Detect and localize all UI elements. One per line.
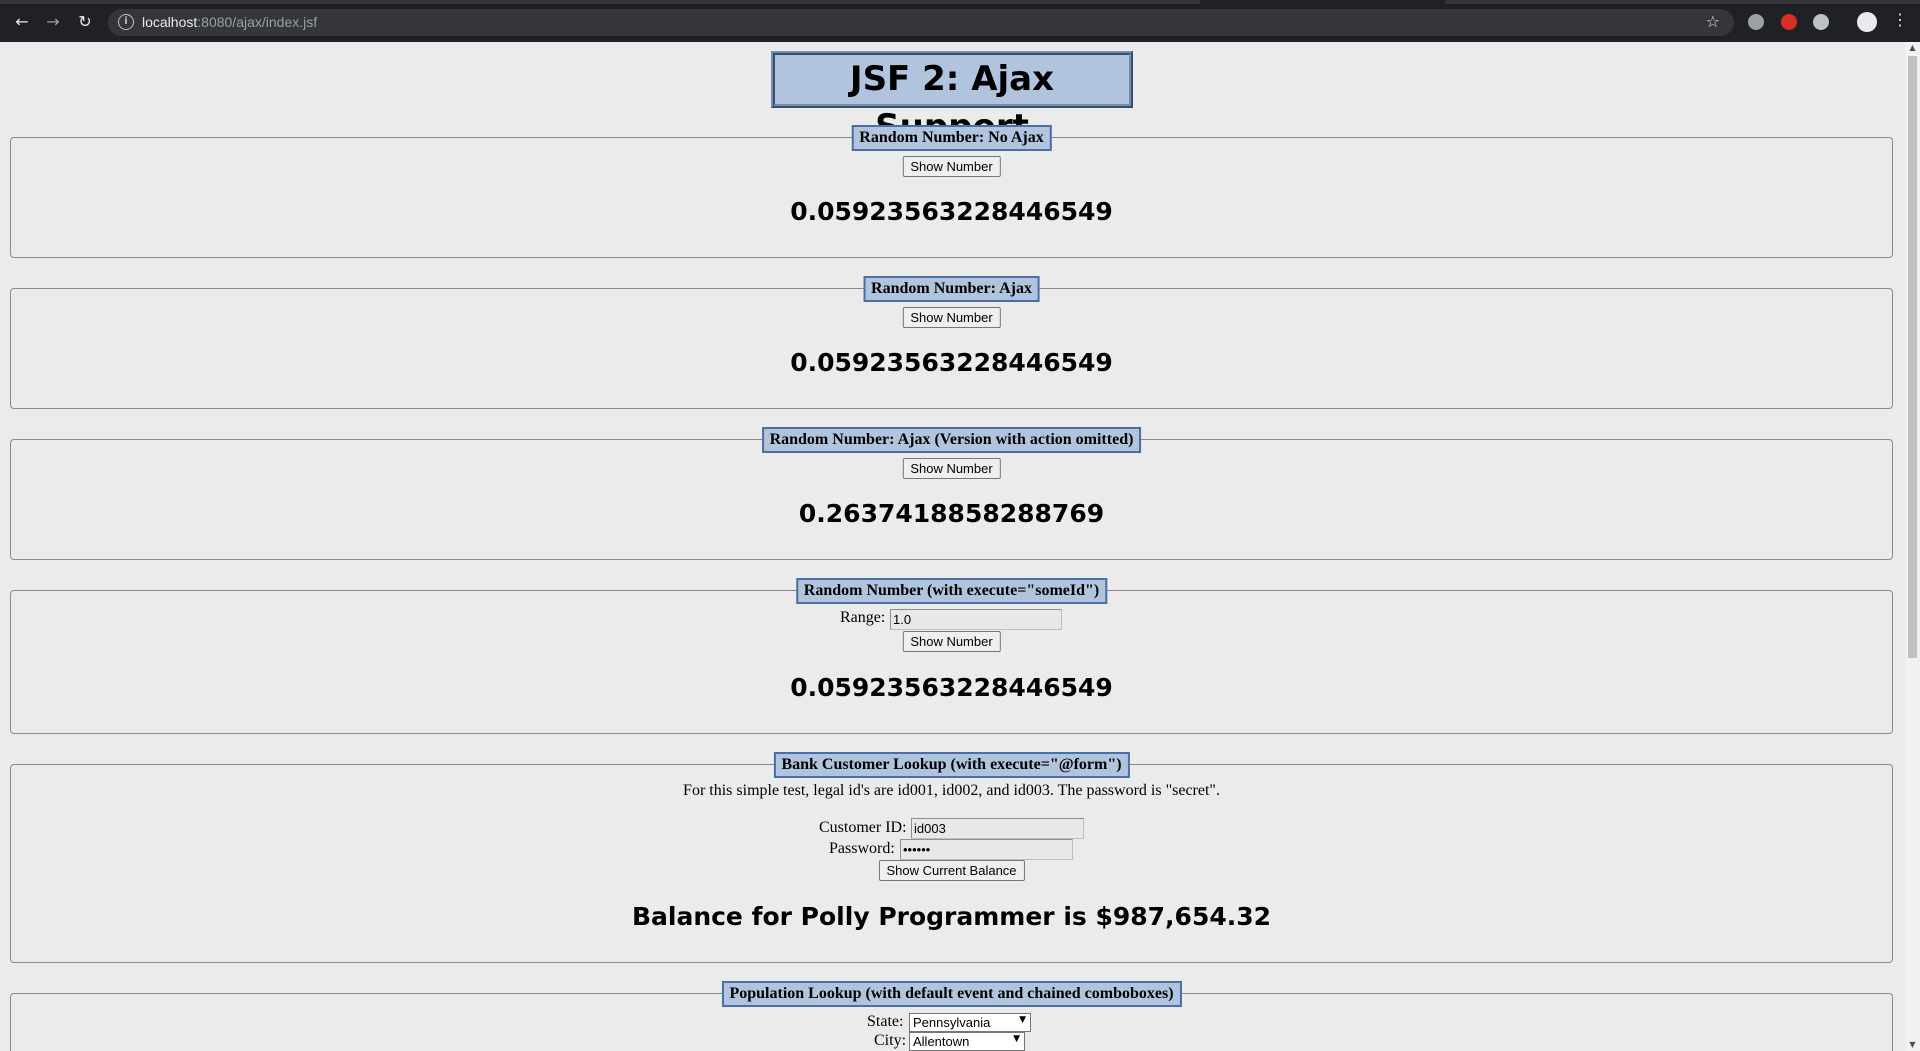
forward-icon[interactable]: → — [43, 12, 63, 32]
panel-legend: Population Lookup (with default event an… — [721, 981, 1182, 1007]
panel-population-lookup: Population Lookup (with default event an… — [10, 981, 1893, 1051]
random-number-result: 0.05923563228446549 — [790, 673, 1113, 702]
state-select-value: Pennsylvania — [913, 1015, 991, 1030]
show-number-button[interactable]: Show Number — [902, 458, 1001, 479]
panel-legend: Random Number (with execute="someId") — [795, 578, 1108, 604]
kebab-menu-icon[interactable]: ⋮ — [1892, 10, 1908, 29]
city-select[interactable]: Allentown ▼ — [909, 1032, 1025, 1051]
balance-result: Balance for Polly Programmer is $987,654… — [631, 902, 1272, 931]
address-bar[interactable]: i localhost:8080/ajax/index.jsf ☆ — [108, 9, 1734, 36]
show-number-button[interactable]: Show Number — [902, 307, 1001, 328]
city-select-value: Allentown — [913, 1034, 970, 1049]
reload-icon[interactable]: ↻ — [75, 12, 95, 32]
panel-legend: Random Number: No Ajax — [851, 125, 1052, 151]
profile-avatar-icon[interactable] — [1857, 12, 1877, 32]
state-label: State: — [867, 1013, 904, 1030]
scrollbar-thumb[interactable] — [1908, 56, 1917, 658]
random-number-result: 0.05923563228446549 — [790, 197, 1113, 226]
page-viewport: JSF 2: Ajax Support Random Number: No Aj… — [0, 42, 1905, 1051]
show-number-button[interactable]: Show Number — [902, 631, 1001, 652]
password-input[interactable]: •••••• — [900, 839, 1073, 860]
url-host: localhost — [142, 14, 198, 30]
panel-execute-someid: Random Number (with execute="someId") Ra… — [10, 578, 1893, 734]
bank-note: For this simple test, legal id's are id0… — [683, 782, 1220, 799]
active-tab-hint[interactable] — [1200, 0, 1445, 4]
extension-red-icon[interactable] — [1781, 14, 1797, 30]
panel-legend: Bank Customer Lookup (with execute="@for… — [773, 752, 1130, 778]
show-number-button[interactable]: Show Number — [902, 156, 1001, 177]
show-current-balance-button[interactable]: Show Current Balance — [878, 860, 1025, 881]
range-input[interactable]: 1.0 — [890, 609, 1062, 630]
extension-globe-icon[interactable] — [1748, 14, 1764, 30]
panel-no-ajax: Random Number: No Ajax Show Number 0.059… — [10, 125, 1893, 258]
customer-id-input[interactable]: id003 — [911, 818, 1084, 839]
chevron-down-icon: ▼ — [1013, 1034, 1020, 1044]
customer-id-label: Customer ID: — [819, 819, 907, 836]
panel-legend: Random Number: Ajax — [863, 276, 1040, 302]
state-select[interactable]: Pennsylvania ▼ — [909, 1013, 1031, 1032]
city-label: City: — [874, 1032, 907, 1049]
range-label: Range: — [840, 609, 886, 626]
tab-strip — [0, 0, 1920, 4]
panel-legend: Random Number: Ajax (Version with action… — [761, 427, 1142, 453]
browser-toolbar: ← → ↻ i localhost:8080/ajax/index.jsf ☆ … — [0, 0, 1920, 42]
vertical-scrollbar[interactable]: ▲ ▼ — [1905, 42, 1920, 1051]
chevron-down-icon: ▼ — [1019, 1015, 1026, 1025]
panel-ajax-action-omitted: Random Number: Ajax (Version with action… — [10, 427, 1893, 560]
scroll-down-icon[interactable]: ▼ — [1905, 1039, 1920, 1051]
random-number-result: 0.05923563228446549 — [790, 348, 1113, 377]
panel-bank-lookup: Bank Customer Lookup (with execute="@for… — [10, 752, 1893, 963]
url-path: :8080/ajax/index.jsf — [197, 14, 318, 30]
back-icon[interactable]: ← — [12, 12, 32, 32]
star-icon[interactable]: ☆ — [1706, 12, 1720, 31]
url-text[interactable]: localhost:8080/ajax/index.jsf — [142, 14, 317, 30]
password-label: Password: — [829, 840, 895, 857]
random-number-result: 0.2637418858288769 — [798, 499, 1105, 528]
panel-ajax: Random Number: Ajax Show Number 0.059235… — [10, 276, 1893, 409]
scroll-up-icon[interactable]: ▲ — [1905, 42, 1920, 54]
page-title: JSF 2: Ajax Support — [771, 51, 1133, 147]
info-icon[interactable]: i — [118, 14, 134, 30]
extension-circle-icon[interactable] — [1813, 14, 1829, 30]
